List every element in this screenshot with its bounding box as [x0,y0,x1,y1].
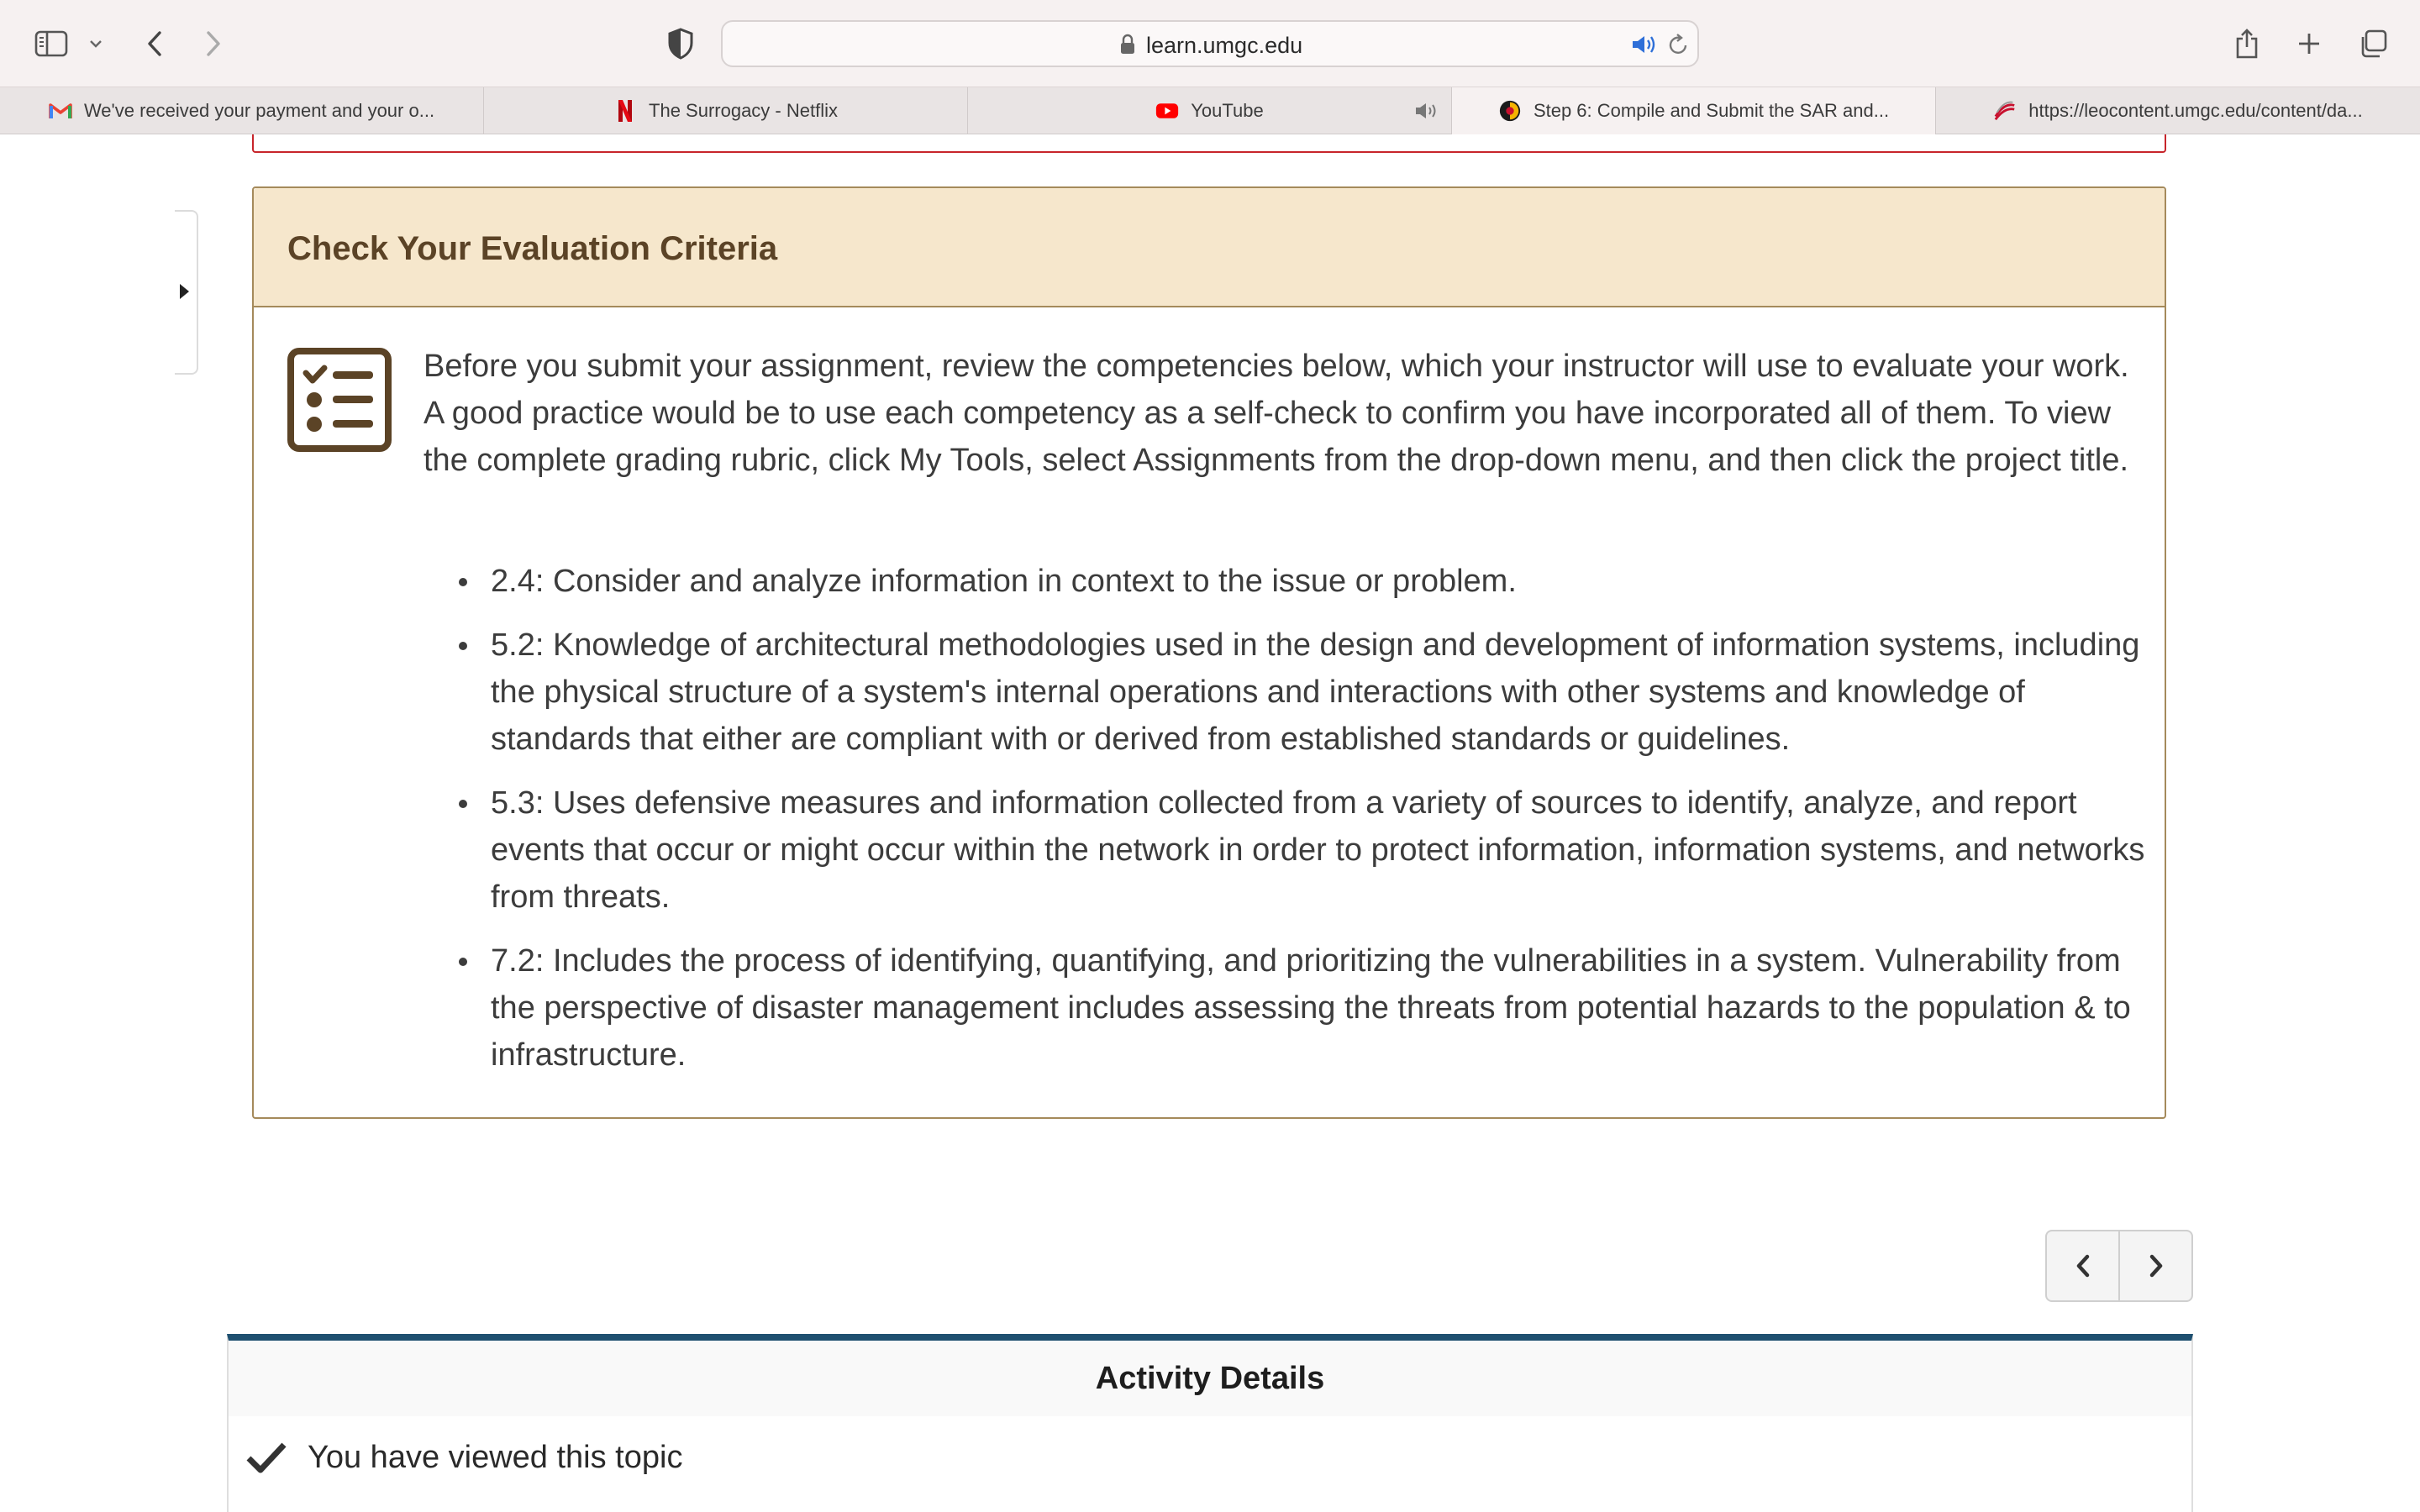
checklist-icon [287,348,392,456]
activity-details-panel: Activity Details You have viewed this to… [227,1334,2193,1512]
reload-icon[interactable] [1667,33,1689,60]
criteria-header: Check Your Evaluation Criteria [254,188,2165,307]
competency-item: 7.2: Includes the process of identifying… [459,937,2163,1079]
expand-arrow-icon [180,284,189,299]
chevron-down-icon[interactable] [84,32,108,55]
tab-step6-active[interactable]: Step 6: Compile and Submit the SAR and..… [1452,87,1936,134]
tab-title: https://leocontent.umgc.edu/content/da..… [2028,100,2363,121]
criteria-intro-text: Before you submit your assignment, revie… [424,349,2129,478]
tab-youtube[interactable]: YouTube [968,87,1452,134]
topic-pager [2045,1230,2193,1302]
forward-icon[interactable] [197,25,230,62]
competency-list: 2.4: Consider and analyze information in… [459,558,2163,1095]
gmail-icon [49,99,72,123]
checkmark-icon [246,1442,287,1473]
tab-gmail[interactable]: We've received your payment and your o..… [0,87,484,134]
url-text: learn.umgc.edu [1146,33,1303,58]
d2l-icon [1498,99,1522,123]
next-topic-button[interactable] [2120,1231,2191,1300]
tab-bar: We've received your payment and your o..… [0,87,2420,134]
tab-overview-icon[interactable] [2354,25,2391,62]
previous-section-box [252,134,2166,153]
tab-title: Step 6: Compile and Submit the SAR and..… [1533,100,1890,121]
competency-item: 5.2: Knowledge of architectural methodol… [459,622,2163,763]
tab-title: We've received your payment and your o..… [83,100,435,121]
tab-title: YouTube [1191,100,1264,121]
lock-icon [1119,34,1136,60]
tab-audio-icon[interactable] [1414,101,1439,126]
sidebar-toggle-icon[interactable] [32,27,71,60]
criteria-title: Check Your Evaluation Criteria [287,230,778,267]
share-icon[interactable] [2230,24,2264,64]
tab-title: The Surrogacy - Netflix [649,100,838,121]
netflix-icon [613,99,637,123]
back-icon[interactable] [138,25,171,62]
tab-leocontent[interactable]: https://leocontent.umgc.edu/content/da..… [1936,87,2420,134]
previous-topic-button[interactable] [2047,1231,2120,1300]
youtube-icon [1155,99,1179,123]
new-tab-icon[interactable] [2292,27,2326,60]
umgc-icon [1993,99,2017,123]
competency-item: 2.4: Consider and analyze information in… [459,558,2163,605]
chevron-right-icon [2149,1254,2162,1278]
evaluation-criteria-panel: Check Your Evaluation Criteria Before yo… [252,186,2166,1119]
address-bar[interactable]: learn.umgc.edu [721,20,1699,67]
activity-status-row: You have viewed this topic [245,1440,682,1476]
privacy-shield-icon[interactable] [664,25,697,62]
speaker-icon[interactable] [1630,34,1657,60]
competency-item: 5.3: Uses defensive measures and informa… [459,780,2163,921]
chevron-left-icon [2076,1254,2089,1278]
activity-details-title: Activity Details [229,1341,2191,1416]
browser-toolbar: learn.umgc.edu [0,0,2420,87]
activity-status-text: You have viewed this topic [308,1440,683,1475]
tab-netflix[interactable]: The Surrogacy - Netflix [484,87,968,134]
sidebar-expand-handle[interactable] [175,210,198,375]
